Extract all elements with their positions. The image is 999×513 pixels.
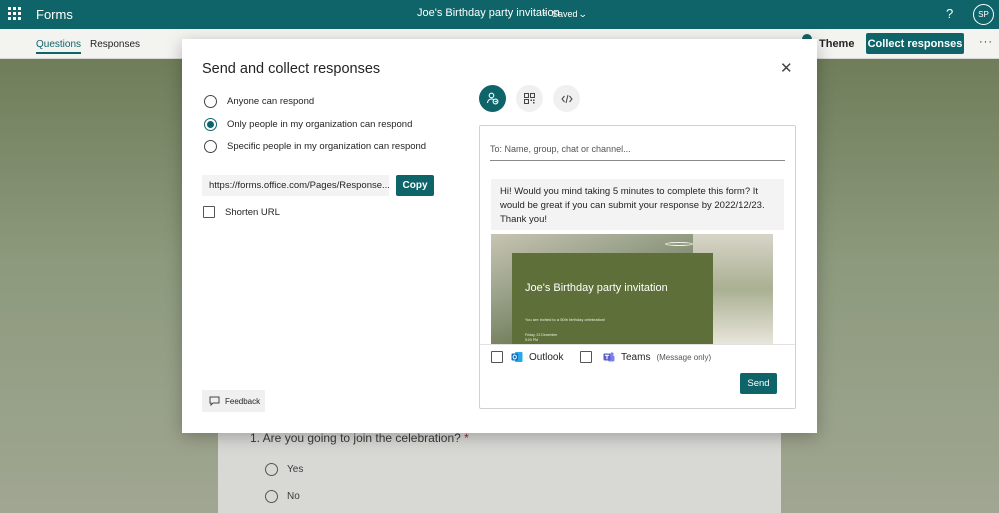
preview-date-line: Friday, 23 December (525, 333, 558, 337)
teams-label: Teams (621, 351, 651, 363)
radio-button-selected[interactable] (204, 118, 217, 131)
shorten-url-label: Shorten URL (225, 206, 280, 218)
preview-subtitle: You are invited to a 50th birthday celeb… (525, 317, 606, 322)
share-link-field[interactable]: https://forms.office.com/Pages/Response.… (202, 175, 389, 196)
app-launcher-icon[interactable] (8, 7, 21, 20)
feedback-button[interactable]: Feedback (202, 390, 265, 412)
embed-code-icon (560, 94, 573, 103)
wine-glass-graphic (665, 242, 693, 246)
teams-icon (603, 352, 615, 362)
app-name[interactable]: Forms (36, 7, 73, 22)
copy-link-button[interactable]: Copy (396, 175, 434, 196)
teams-note: (Message only) (656, 352, 712, 362)
dialog-title: Send and collect responses (202, 61, 381, 77)
title-separator: - (543, 7, 547, 19)
required-marker: * (464, 431, 469, 445)
close-icon[interactable]: ✕ (780, 61, 793, 76)
theme-button[interactable]: Theme (819, 38, 854, 50)
outlook-icon (511, 352, 523, 362)
tab-questions[interactable]: Questions (36, 39, 82, 54)
send-responses-dialog: Send and collect responses ✕ Anyone can … (182, 39, 817, 433)
channel-outlook[interactable]: Outlook (491, 351, 563, 363)
form-preview-image: Joe's Birthday party invitation You are … (491, 234, 773, 344)
shorten-url-checkbox[interactable] (203, 206, 215, 218)
audience-option-organization[interactable]: Only people in my organization can respo… (204, 118, 412, 131)
channel-teams[interactable]: Teams (Message only) (580, 351, 711, 363)
question-option[interactable]: No (265, 490, 300, 503)
audience-option-label: Only people in my organization can respo… (227, 119, 413, 130)
invitation-message[interactable]: Hi! Would you mind taking 5 minutes to c… (491, 179, 784, 230)
radio-button[interactable] (265, 463, 278, 476)
person-share-icon (486, 92, 499, 105)
question-text: 1. Are you going to join the celebration… (250, 431, 461, 445)
audience-option-anyone[interactable]: Anyone can respond (204, 95, 314, 108)
share-via-embed-tab[interactable] (553, 85, 580, 112)
option-label: Yes (287, 464, 304, 475)
teams-checkbox[interactable] (580, 351, 592, 363)
preview-date: Friday, 23 December 5:00 PM (525, 333, 557, 342)
more-options-button[interactable]: ··· (979, 36, 993, 48)
outlook-label: Outlook (529, 351, 564, 363)
save-status: Saved (552, 9, 578, 19)
radio-button[interactable] (204, 95, 217, 108)
divider (480, 344, 795, 345)
document-title[interactable]: Joe's Birthday party invitation (417, 7, 560, 19)
comment-icon (209, 396, 220, 406)
audience-option-specific[interactable]: Specific people in my organization can r… (204, 140, 426, 153)
option-label: No (287, 491, 300, 502)
audience-option-label: Anyone can respond (227, 96, 315, 107)
tab-responses[interactable]: Responses (90, 39, 140, 50)
preview-banner: Joe's Birthday party invitation You are … (512, 253, 713, 344)
audience-option-label: Specific people in my organization can r… (227, 141, 427, 152)
question-option[interactable]: Yes (265, 463, 303, 476)
help-icon[interactable]: ? (946, 6, 953, 21)
recipient-input[interactable]: To: Name, group, chat or channel... (490, 143, 785, 161)
share-panel: To: Name, group, chat or channel... Hi! … (479, 125, 796, 409)
qr-code-icon (524, 93, 535, 104)
collect-responses-button[interactable]: Collect responses (866, 33, 964, 54)
radio-button[interactable] (265, 490, 278, 503)
radio-button[interactable] (204, 140, 217, 153)
share-via-people-tab[interactable] (479, 85, 506, 112)
app-header: Forms Joe's Birthday party invitation - … (0, 0, 999, 29)
avatar[interactable]: SP (973, 4, 994, 25)
outlook-checkbox[interactable] (491, 351, 503, 363)
shorten-url-option[interactable]: Shorten URL (203, 206, 280, 218)
send-button[interactable]: Send (740, 373, 777, 394)
preview-time-line: 5:00 PM (525, 337, 539, 342)
preview-title: Joe's Birthday party invitation (525, 282, 668, 294)
share-via-qr-tab[interactable] (516, 85, 543, 112)
feedback-label: Feedback (225, 396, 261, 406)
chevron-down-icon[interactable]: ⌄ (578, 9, 588, 20)
question-title: 1. Are you going to join the celebration… (250, 431, 469, 445)
